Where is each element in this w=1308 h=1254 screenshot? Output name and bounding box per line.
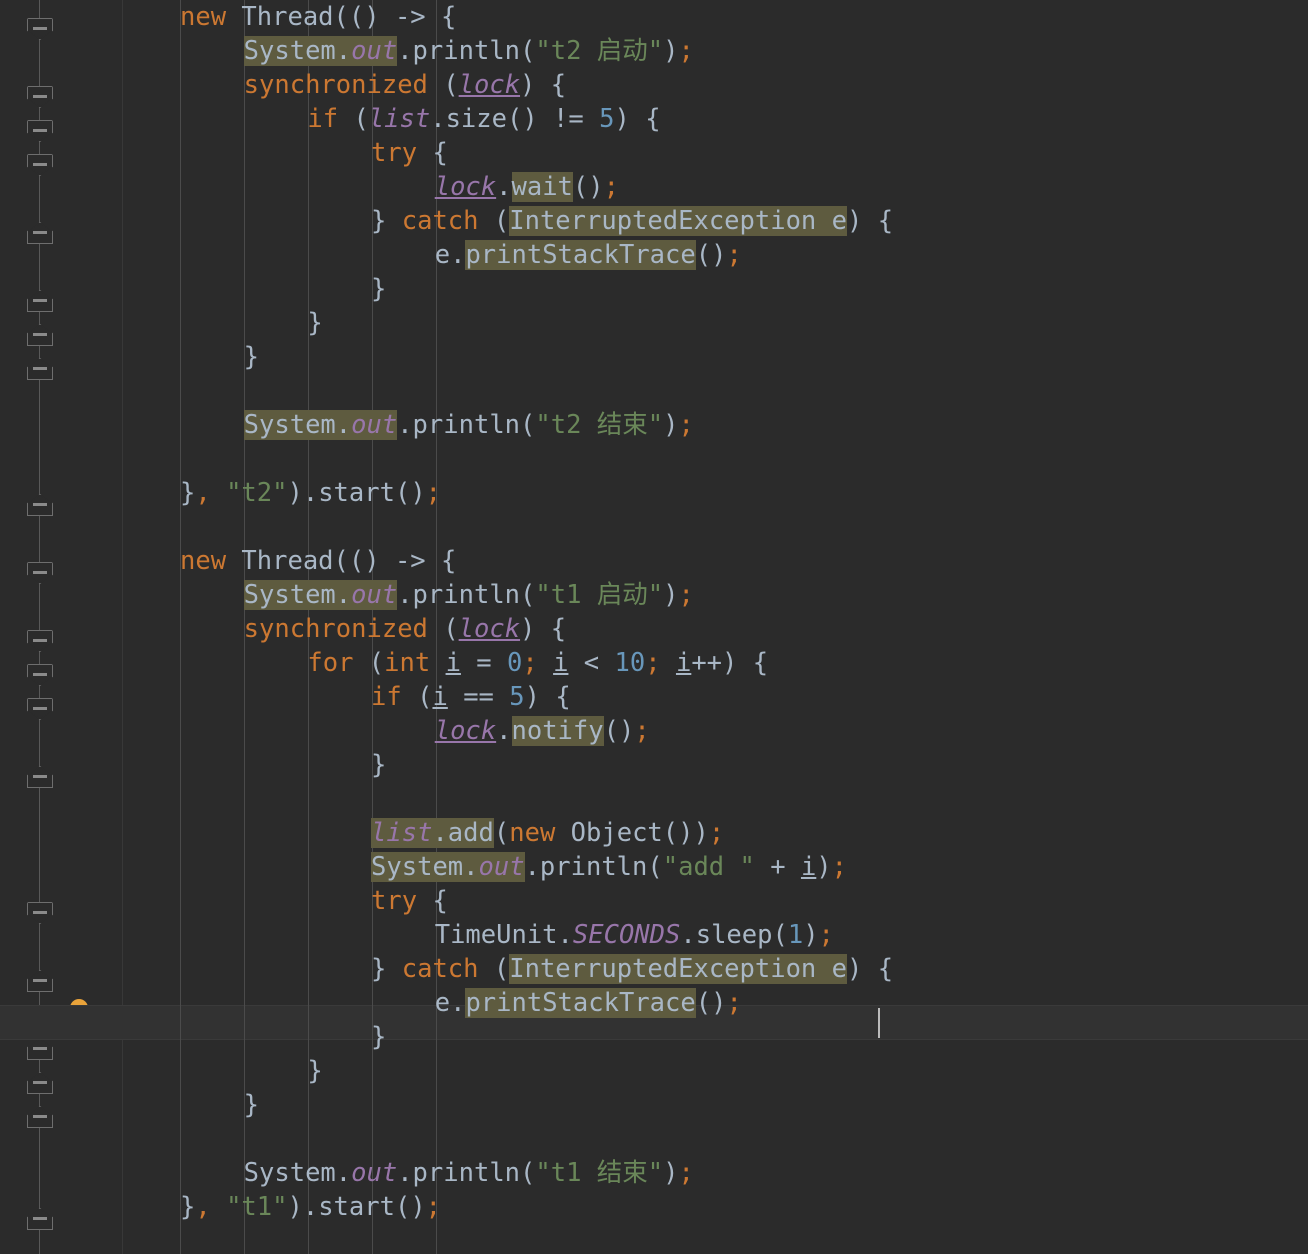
fold-marker-up[interactable] (27, 1038, 53, 1060)
fold-marker-up[interactable] (27, 222, 53, 244)
indent-guide-0 (180, 0, 181, 1254)
code-line[interactable]: System.out.println("t2 启动"); (243, 34, 694, 68)
code-line[interactable]: System.out.println("t1 结束"); (244, 1156, 694, 1190)
minus-icon (33, 911, 47, 914)
minus-icon (33, 27, 47, 30)
fold-rail (39, 0, 40, 1254)
minus-icon (33, 979, 47, 982)
fold-marker-up[interactable] (27, 1072, 53, 1094)
fold-marker-down[interactable] (27, 562, 53, 584)
code-line[interactable]: e.printStackTrace(); (435, 238, 742, 272)
code-text-area[interactable]: new Thread(() -> {System.out.println("t2… (123, 0, 1308, 1254)
fold-marker-up[interactable] (27, 1106, 53, 1128)
minus-icon (33, 163, 47, 166)
fold-marker-up[interactable] (27, 766, 53, 788)
minus-icon (33, 333, 47, 336)
code-line[interactable]: new Thread(() -> { (180, 0, 456, 34)
code-line[interactable]: } (371, 748, 386, 782)
code-line[interactable]: e.printStackTrace(); (435, 986, 742, 1020)
minus-icon (33, 673, 47, 676)
minus-icon (33, 95, 47, 98)
minus-icon (33, 1081, 47, 1084)
code-line[interactable]: synchronized (lock) { (244, 68, 566, 102)
editor-gutter[interactable] (0, 0, 122, 1254)
fold-marker-up[interactable] (27, 290, 53, 312)
code-line[interactable]: System.out.println("t1 启动"); (243, 578, 694, 612)
minus-icon (33, 367, 47, 370)
code-line[interactable]: if (list.size() != 5) { (307, 102, 660, 136)
code-line[interactable]: } catch (InterruptedException e) { (371, 952, 893, 986)
fold-marker-up[interactable] (27, 494, 53, 516)
fold-marker-up[interactable] (27, 324, 53, 346)
code-editor[interactable]: new Thread(() -> {System.out.println("t2… (0, 0, 1308, 1254)
fold-marker-down[interactable] (27, 120, 53, 142)
minus-icon (33, 571, 47, 574)
fold-marker-down[interactable] (27, 630, 53, 652)
fold-marker-down[interactable] (27, 18, 53, 40)
fold-marker-down[interactable] (27, 86, 53, 108)
minus-icon (33, 231, 47, 234)
fold-marker-down[interactable] (27, 698, 53, 720)
code-line[interactable]: } catch (InterruptedException e) { (371, 204, 893, 238)
code-line[interactable]: list.add(new Object()); (371, 816, 724, 850)
minus-icon (33, 129, 47, 132)
code-line[interactable]: } (371, 272, 386, 306)
code-line[interactable]: TimeUnit.SECONDS.sleep(1); (435, 918, 834, 952)
text-caret (878, 1008, 880, 1038)
minus-icon (33, 299, 47, 302)
fold-marker-up[interactable] (27, 1208, 53, 1230)
fold-marker-up[interactable] (27, 358, 53, 380)
code-line[interactable]: try { (371, 136, 448, 170)
code-line[interactable]: } (371, 1020, 386, 1054)
code-line[interactable]: lock.wait(); (435, 170, 619, 204)
fold-marker-down[interactable] (27, 154, 53, 176)
fold-marker-down[interactable] (27, 902, 53, 924)
code-line[interactable]: if (i == 5) { (371, 680, 571, 714)
minus-icon (33, 639, 47, 642)
code-line[interactable]: } (244, 1088, 259, 1122)
code-line[interactable]: }, "t1").start(); (180, 1190, 441, 1224)
code-line[interactable]: }, "t2").start(); (180, 476, 441, 510)
code-line[interactable]: for (int i = 0; i < 10; i++) { (307, 646, 768, 680)
code-line[interactable]: synchronized (lock) { (244, 612, 566, 646)
code-line[interactable]: } (307, 306, 322, 340)
minus-icon (33, 707, 47, 710)
code-line[interactable]: new Thread(() -> { (180, 544, 456, 578)
minus-icon (33, 503, 47, 506)
minus-icon (33, 1047, 47, 1050)
minus-icon (33, 1217, 47, 1220)
code-line[interactable]: } (307, 1054, 322, 1088)
code-line[interactable]: try { (371, 884, 448, 918)
fold-marker-down[interactable] (27, 664, 53, 686)
code-line[interactable]: lock.notify(); (435, 714, 650, 748)
code-line[interactable]: } (244, 340, 259, 374)
fold-marker-up[interactable] (27, 970, 53, 992)
minus-icon (33, 775, 47, 778)
code-line[interactable]: System.out.println("add " + i); (371, 850, 847, 884)
minus-icon (33, 1115, 47, 1118)
code-line[interactable]: System.out.println("t2 结束"); (243, 408, 694, 442)
